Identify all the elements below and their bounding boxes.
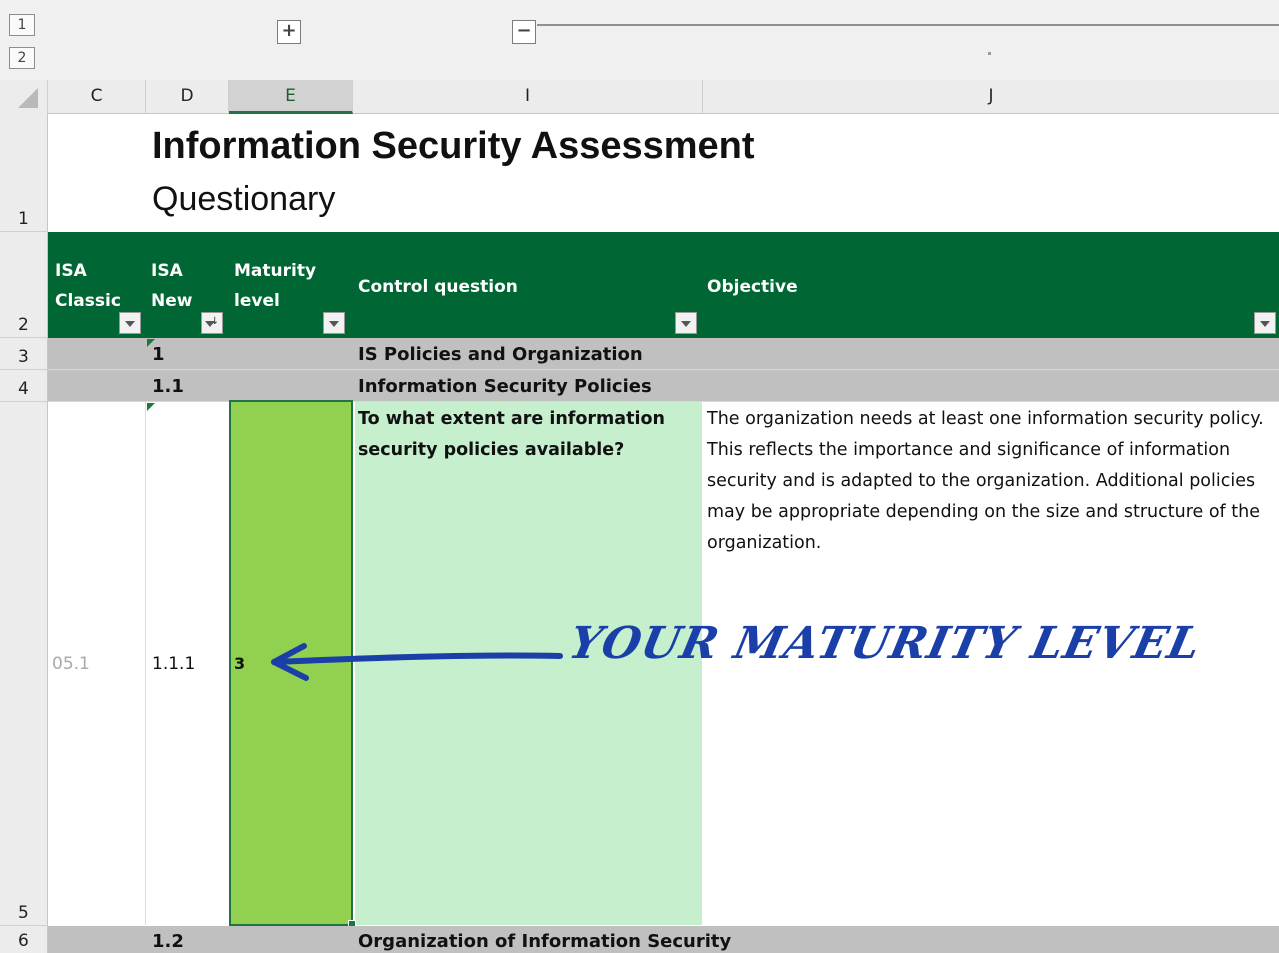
column-header-e[interactable]: E (229, 80, 353, 114)
collapse-group-button[interactable]: − (512, 20, 536, 44)
cell-i6[interactable]: Organization of Information Security (358, 931, 731, 952)
column-header-i[interactable]: I (353, 80, 703, 114)
row-header-2[interactable]: 2 (0, 232, 48, 338)
cell-note-indicator-d5 (147, 403, 155, 411)
maturity-level-value: 3 (234, 654, 246, 673)
cell-i3[interactable]: IS Policies and Organization (358, 344, 643, 365)
cell-d3[interactable]: 1 (152, 344, 165, 365)
section-row-3 (48, 338, 1279, 370)
header-maturity-level: Maturity level (234, 261, 317, 311)
row-header-3[interactable]: 3 (0, 338, 48, 370)
column-header-d[interactable]: D (146, 80, 229, 114)
expand-group-button[interactable]: + (277, 20, 301, 44)
header-isa-new: ISA New (151, 261, 193, 311)
group-dot (988, 52, 991, 55)
handwritten-annotation: YOUR MATURITY LEVEL (564, 618, 1206, 669)
group-bracket-line (537, 24, 1279, 26)
row-header-4[interactable]: 4 (0, 370, 48, 402)
table-header-row (48, 232, 1279, 338)
control-question-text: To what extent are information security … (358, 409, 665, 460)
page-title: Information Security Assessment (152, 125, 755, 167)
outline-level-1-button[interactable]: 1 (9, 14, 35, 36)
filter-dropdown-control-question[interactable] (675, 312, 697, 334)
cell-d5-value: 1.1.1 (152, 654, 196, 674)
row-header-6[interactable]: 6 (0, 926, 48, 953)
filter-dropdown-isa-classic[interactable] (119, 312, 141, 334)
column-header-c[interactable]: C (48, 80, 146, 114)
page-subtitle: Questionary (152, 180, 336, 218)
row-header-5[interactable]: 5 (0, 402, 48, 926)
outline-bar (0, 0, 1279, 80)
row-header-1[interactable]: 1 (0, 114, 48, 232)
select-all-triangle-icon (18, 88, 38, 108)
cell-i4[interactable]: Information Security Policies (358, 376, 652, 397)
header-control-question: Control question (358, 277, 518, 297)
filter-dropdown-maturity-level[interactable] (323, 312, 345, 334)
section-row-4 (48, 370, 1279, 402)
sort-ascending-icon: ↓ (210, 316, 219, 327)
filter-sort-isa-new[interactable]: ↓ (201, 312, 223, 334)
objective-text: The organization needs at least one info… (707, 409, 1264, 553)
cell-c5-value: 05.1 (52, 654, 90, 674)
column-header-j[interactable]: J (703, 80, 1279, 114)
header-isa-classic: ISA Classic (55, 261, 121, 311)
filter-dropdown-objective[interactable] (1254, 312, 1276, 334)
header-objective: Objective (707, 277, 798, 297)
cell-d4[interactable]: 1.1 (152, 376, 184, 397)
cell-d6[interactable]: 1.2 (152, 931, 184, 952)
outline-level-2-button[interactable]: 2 (9, 47, 35, 69)
